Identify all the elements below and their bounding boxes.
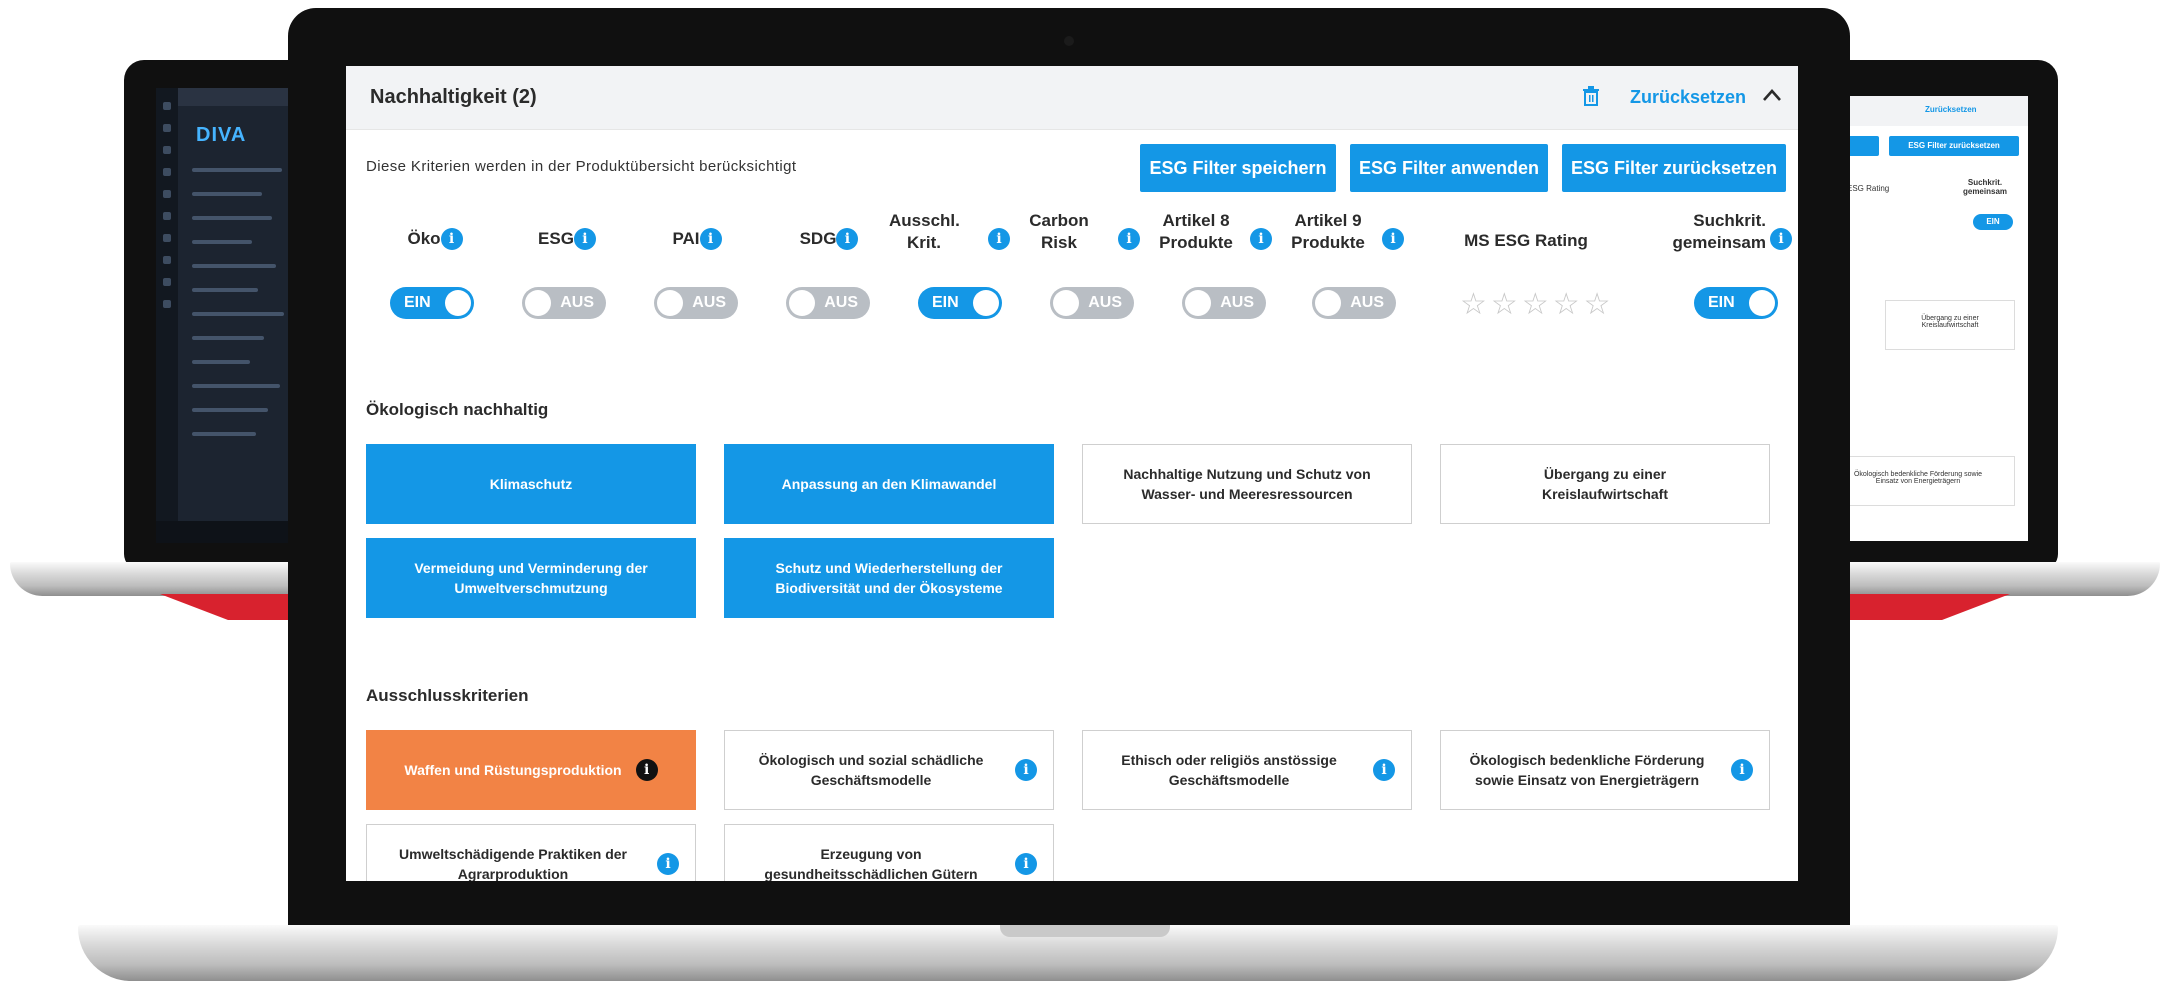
section-title-oekologisch: Ökologisch nachhaltig [366,400,549,419]
tile-energietraeger[interactable]: Ökologisch bedenkliche Förderung sowie E… [1440,730,1770,810]
info-icon[interactable]: i [699,228,722,250]
info-icon[interactable]: i [988,228,1010,250]
tile-klimaschutz[interactable]: Klimaschutz [366,444,696,524]
info-icon[interactable]: i [1770,228,1792,250]
panel-header[interactable]: Nachhaltigkeit (2) Zurücksetzen [346,66,1798,130]
criterion-ms-esg-rating: MS ESG Rating [1464,231,1588,250]
panel-title: Nachhaltigkeit (2) [370,86,537,108]
tile-agrarproduktion[interactable]: Umweltschädigende Praktiken der Agrarpro… [366,824,696,881]
mini-sidebar [156,88,178,543]
esg-filter-save-button[interactable]: ESG Filter speichern [1140,144,1336,192]
criterion-pai: PAI i [642,228,752,250]
star-icon[interactable]: ☆ [1460,288,1491,321]
diva-logo: DIVA [196,124,247,146]
star-rating[interactable]: ☆☆☆☆☆ [1460,287,1615,322]
esg-filter-reset-button[interactable]: ESG Filter zurücksetzen [1562,144,1786,192]
info-icon[interactable]: i [440,228,463,250]
chevron-up-icon[interactable] [1762,88,1782,102]
toggle-sdg[interactable]: AUS [786,287,870,319]
camera-icon [1064,36,1074,46]
tile-waffen-ruestung[interactable]: Waffen und Rüstungsproduktion i [366,730,696,810]
toggle-artikel-9[interactable]: AUS [1312,287,1396,319]
criterion-oeko: Öko i [380,228,490,250]
info-icon[interactable]: i [1731,759,1753,781]
reset-link[interactable]: Zurücksetzen [1630,87,1746,108]
info-icon[interactable]: i [635,759,658,781]
info-icon[interactable]: i [1015,853,1037,875]
criterion-esg: ESG i [512,228,622,250]
toggle-artikel-8[interactable]: AUS [1182,287,1266,319]
info-icon[interactable]: i [1373,759,1395,781]
red-accent-right [1840,594,2010,620]
info-icon[interactable]: i [1250,228,1272,250]
toggle-pai[interactable]: AUS [654,287,738,319]
info-icon[interactable]: i [657,853,679,875]
tile-umweltverschmutzung[interactable]: Vermeidung und Verminderung der Umweltve… [366,538,696,618]
star-icon[interactable]: ☆ [1584,288,1615,321]
criterion-carbon-risk: Carbon Risk [1029,211,1089,252]
toggle-carbon-risk[interactable]: AUS [1050,287,1134,319]
right-laptop-base [1830,562,2160,596]
main-laptop-notch [1000,925,1170,937]
tile-biodiversitaet[interactable]: Schutz und Wiederherstellung der Biodive… [724,538,1054,618]
tile-kreislaufwirtschaft[interactable]: Übergang zu einer Kreislaufwirtschaft [1440,444,1770,524]
criterion-artikel-9: Artikel 9 Produkte [1291,211,1365,252]
criterion-ausschl-krit: Ausschl. Krit. [889,211,960,252]
toggle-ausschl-krit[interactable]: EIN [918,287,1002,319]
tile-schaedliche-geschaeftsmodelle[interactable]: Ökologisch und sozial schädliche Geschäf… [724,730,1054,810]
tile-wasser-meeresressourcen[interactable]: Nachhaltige Nutzung und Schutz von Wasse… [1082,444,1412,524]
info-icon[interactable]: i [836,228,859,250]
tile-anstoessige-geschaeftsmodelle[interactable]: Ethisch oder religiös anstössige Geschäf… [1082,730,1412,810]
criterion-artikel-8: Artikel 8 Produkte [1159,211,1233,252]
esg-filter-apply-button[interactable]: ESG Filter anwenden [1350,144,1548,192]
criterion-suchkrit-gemeinsam: Suchkrit. gemeinsam [1672,211,1766,252]
tile-gesundheitsschaedliche-gueter[interactable]: Erzeugung von gesundheitsschädlichen Güt… [724,824,1054,881]
star-icon[interactable]: ☆ [1553,288,1584,321]
right-laptop-screen: Zurücksetzen ESG Filter zurücksetzen ESG… [1842,96,2028,541]
toggle-suchkrit-gemeinsam[interactable]: EIN [1694,287,1778,319]
criterion-sdg: SDG i [774,228,884,250]
info-icon[interactable]: i [1118,228,1140,250]
info-icon[interactable]: i [573,228,596,250]
esg-filter-screen: Nachhaltigkeit (2) Zurücksetzen Diese Kr… [346,66,1798,881]
toggle-oeko[interactable]: EIN [390,287,474,319]
section-title-ausschluss: Ausschlusskriterien [366,686,529,705]
tile-klimawandel[interactable]: Anpassung an den Klimawandel [724,444,1054,524]
star-icon[interactable]: ☆ [1491,288,1522,321]
info-icon[interactable]: i [1382,228,1404,250]
info-icon[interactable]: i [1015,759,1037,781]
star-icon[interactable]: ☆ [1522,288,1553,321]
trash-icon[interactable] [1582,86,1600,106]
panel-description: Diese Kriterien werden in der Produktübe… [366,158,797,175]
toggle-esg[interactable]: AUS [522,287,606,319]
